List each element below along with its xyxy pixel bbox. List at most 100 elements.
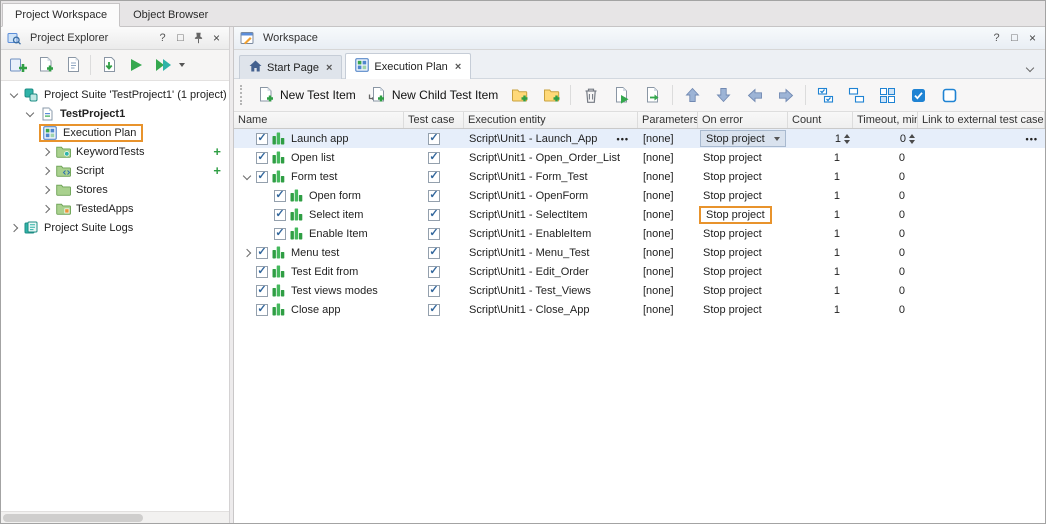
tab-execution-plan[interactable]: Execution Plan × <box>345 53 471 79</box>
import-project-button[interactable] <box>96 53 121 78</box>
column-header-parameters[interactable]: Parameters <box>638 112 698 128</box>
browse-link-button[interactable]: ••• <box>1024 134 1040 144</box>
execution-entity-cell[interactable]: Script\Unit1 - SelectItem <box>464 205 638 224</box>
test-item-row-menu-test[interactable]: Menu testScript\Unit1 - Menu_Test[none]S… <box>234 243 1045 262</box>
run-test-button[interactable] <box>123 53 148 78</box>
on-error-cell[interactable]: Stop project <box>698 148 788 167</box>
tree-item-keywordtests[interactable]: KeywordTests+ <box>1 142 229 161</box>
item-enabled-checkbox[interactable] <box>256 133 268 145</box>
external-link-cell[interactable] <box>918 243 1045 262</box>
count-cell[interactable]: 1 <box>788 262 853 281</box>
execution-entity-cell[interactable]: Script\Unit1 - EnableItem <box>464 224 638 243</box>
count-cell[interactable]: 1 <box>788 281 853 300</box>
add-new-item-button[interactable] <box>33 53 58 78</box>
item-enabled-checkbox[interactable] <box>274 209 286 221</box>
enable-selected-button[interactable] <box>904 82 933 108</box>
timeout-cell[interactable]: 0 <box>853 224 918 243</box>
execution-entity-cell[interactable]: Script\Unit1 - Launch_App••• <box>464 129 638 148</box>
uncheck-all-items-button[interactable] <box>842 82 871 108</box>
test-case-checkbox[interactable] <box>428 228 440 240</box>
scrollbar-thumb[interactable] <box>3 514 143 522</box>
on-error-cell[interactable]: Stop project <box>698 205 788 224</box>
tree-item-project-suite-logs[interactable]: Project Suite Logs <box>1 218 229 237</box>
parameters-cell[interactable]: [none] <box>638 224 698 243</box>
timeout-cell[interactable]: 0 <box>853 262 918 281</box>
timeout-cell[interactable]: 0 <box>853 129 918 148</box>
execution-entity-cell[interactable]: Script\Unit1 - Form_Test <box>464 167 638 186</box>
check-all-items-button[interactable] <box>811 82 840 108</box>
count-cell[interactable]: 1 <box>788 186 853 205</box>
item-enabled-checkbox[interactable] <box>274 228 286 240</box>
item-enabled-checkbox[interactable] <box>256 247 268 259</box>
item-enabled-checkbox[interactable] <box>256 285 268 297</box>
execution-entity-cell[interactable]: Script\Unit1 - OpenForm <box>464 186 638 205</box>
test-item-row-form-test[interactable]: Form testScript\Unit1 - Form_Test[none]S… <box>234 167 1045 186</box>
external-link-cell[interactable] <box>918 281 1045 300</box>
test-item-row-close-app[interactable]: Close appScript\Unit1 - Close_App[none]S… <box>234 300 1045 319</box>
timeout-cell[interactable]: 0 <box>853 300 918 319</box>
expand-icon[interactable] <box>42 166 50 174</box>
move-right-button[interactable] <box>771 82 800 108</box>
on-error-cell[interactable]: Stop project <box>698 186 788 205</box>
add-icon[interactable]: + <box>213 145 221 158</box>
count-cell[interactable]: 1 <box>788 224 853 243</box>
check-child-items-button[interactable] <box>873 82 902 108</box>
timeout-cell[interactable]: 0 <box>853 243 918 262</box>
convert-to-test-case-button[interactable] <box>638 82 667 108</box>
expand-icon[interactable] <box>243 248 251 256</box>
add-icon[interactable]: + <box>213 164 221 177</box>
parameters-cell[interactable]: [none] <box>638 148 698 167</box>
delete-item-button[interactable] <box>576 82 605 108</box>
close-panel-icon[interactable]: × <box>209 31 224 46</box>
run-options-dropdown-icon[interactable] <box>179 63 185 67</box>
new-group-button[interactable] <box>505 82 534 108</box>
item-enabled-checkbox[interactable] <box>256 152 268 164</box>
tree-item-project-suite-testproject1-1-project[interactable]: Project Suite 'TestProject1' (1 project) <box>1 85 229 104</box>
parameters-cell[interactable]: [none] <box>638 300 698 319</box>
external-link-cell[interactable] <box>918 148 1045 167</box>
help-icon[interactable]: ? <box>989 31 1004 46</box>
move-down-button[interactable] <box>709 82 738 108</box>
test-item-row-launch-app[interactable]: Launch appScript\Unit1 - Launch_App•••[n… <box>234 129 1045 148</box>
tree-item-stores[interactable]: Stores <box>1 180 229 199</box>
item-enabled-checkbox[interactable] <box>274 190 286 202</box>
close-panel-icon[interactable]: × <box>1025 31 1040 46</box>
external-link-cell[interactable] <box>918 224 1045 243</box>
execution-entity-cell[interactable]: Script\Unit1 - Close_App <box>464 300 638 319</box>
add-project-button[interactable] <box>6 53 31 78</box>
tab-start-page[interactable]: Start Page × <box>239 55 342 79</box>
parameters-cell[interactable]: [none] <box>638 186 698 205</box>
column-header-on-error[interactable]: On error <box>698 112 788 128</box>
parameters-cell[interactable]: [none] <box>638 262 698 281</box>
tab-list-dropdown-icon[interactable] <box>1027 62 1033 74</box>
parameters-cell[interactable]: [none] <box>638 129 698 148</box>
test-case-checkbox[interactable] <box>428 266 440 278</box>
maximize-panel-icon[interactable]: □ <box>173 31 188 46</box>
external-link-cell[interactable]: ••• <box>918 129 1045 148</box>
test-item-row-enable-item[interactable]: Enable ItemScript\Unit1 - EnableItem[non… <box>234 224 1045 243</box>
item-enabled-checkbox[interactable] <box>256 304 268 316</box>
count-cell[interactable]: 1 <box>788 243 853 262</box>
test-case-checkbox[interactable] <box>428 209 440 221</box>
test-case-checkbox[interactable] <box>428 190 440 202</box>
test-item-row-select-item[interactable]: Select itemScript\Unit1 - SelectItem[non… <box>234 205 1045 224</box>
collapse-icon[interactable] <box>26 108 34 116</box>
tree-item-execution-plan[interactable]: Execution Plan <box>1 123 229 142</box>
column-header-count[interactable]: Count <box>788 112 853 128</box>
on-error-dropdown[interactable]: Stop project <box>700 130 786 147</box>
expand-icon[interactable] <box>42 147 50 155</box>
timeout-cell[interactable]: 0 <box>853 167 918 186</box>
maximize-panel-icon[interactable]: □ <box>1007 31 1022 46</box>
external-link-cell[interactable] <box>918 167 1045 186</box>
collapse-icon[interactable] <box>243 171 251 179</box>
tree-item-testproject1[interactable]: TestProject1 <box>1 104 229 123</box>
test-item-row-open-form[interactable]: Open formScript\Unit1 - OpenForm[none]St… <box>234 186 1045 205</box>
tab-project-workspace[interactable]: Project Workspace <box>2 3 120 27</box>
test-case-checkbox[interactable] <box>428 133 440 145</box>
timeout-spinner[interactable] <box>909 134 915 144</box>
count-cell[interactable]: 1 <box>788 148 853 167</box>
count-cell[interactable]: 1 <box>788 205 853 224</box>
expand-icon[interactable] <box>42 185 50 193</box>
on-error-cell[interactable]: Stop project <box>698 167 788 186</box>
execution-entity-cell[interactable]: Script\Unit1 - Edit_Order <box>464 262 638 281</box>
